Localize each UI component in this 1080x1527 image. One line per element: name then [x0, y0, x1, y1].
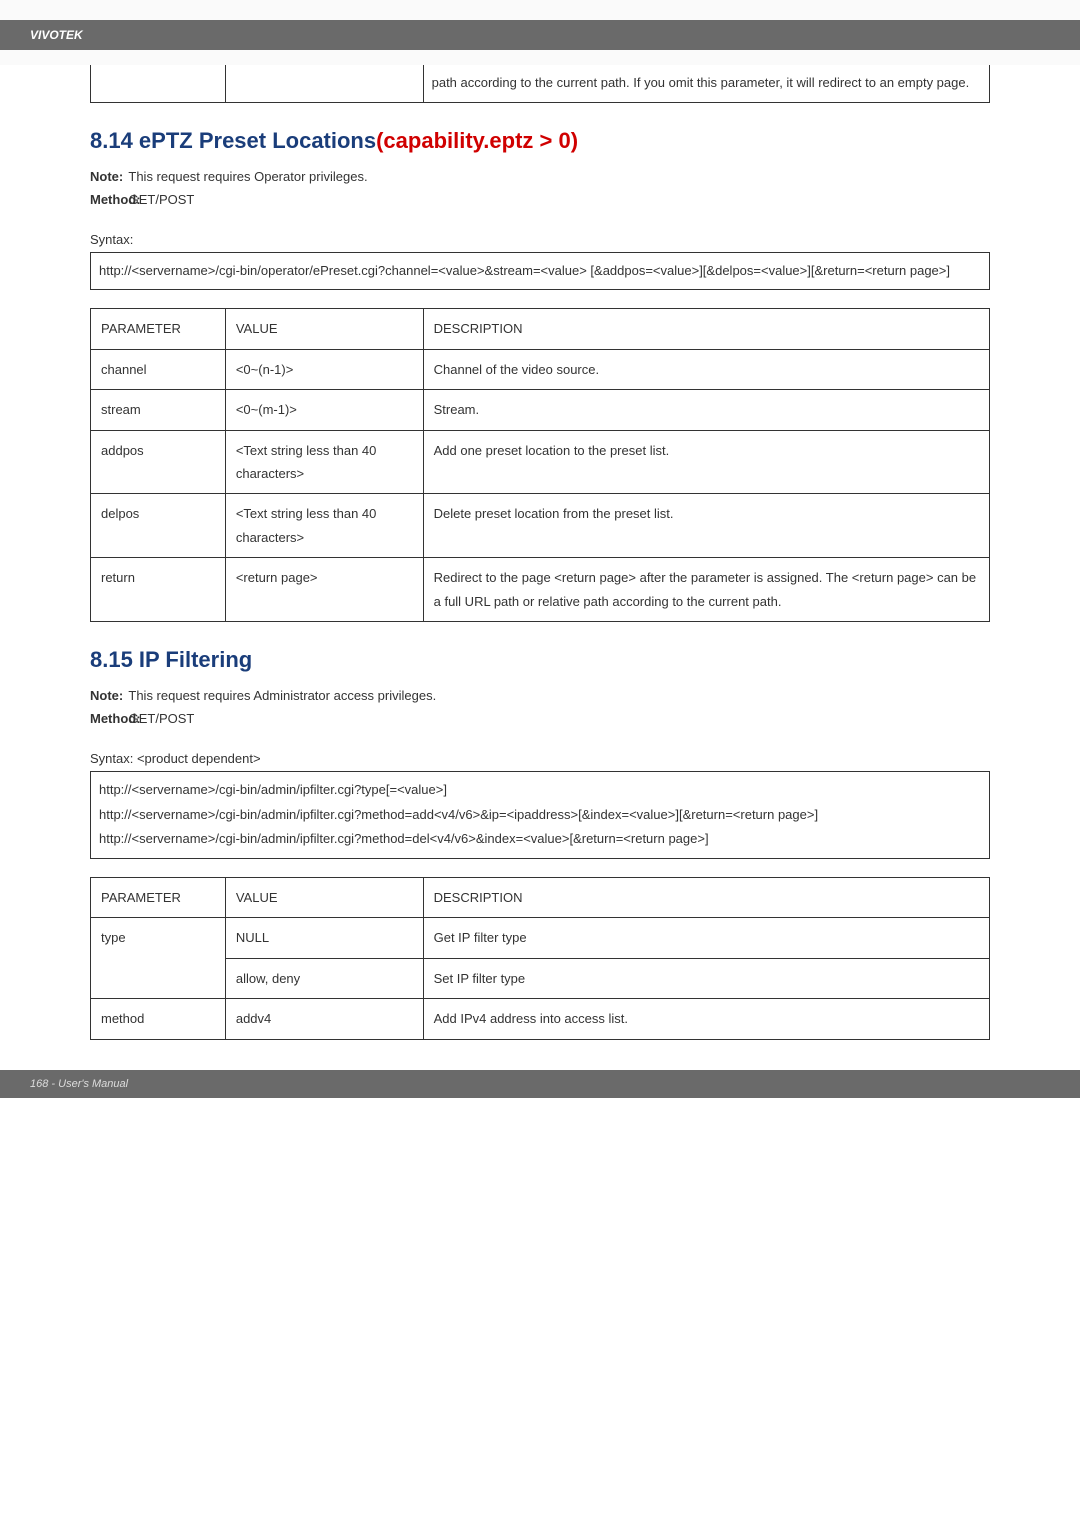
note-text: This request requires Administrator acce… [128, 688, 436, 703]
header-description: DESCRIPTION [423, 877, 989, 917]
syntax-table-815: http://<servername>/cgi-bin/admin/ipfilt… [90, 771, 990, 859]
syntax-label: Syntax: [90, 232, 990, 247]
method-bullet: Method: [90, 711, 125, 726]
cell-param: return [91, 558, 226, 622]
cell-param: channel [91, 349, 226, 389]
cell-param: type [91, 918, 226, 999]
cell-param: delpos [91, 494, 226, 558]
syntax-cell: http://<servername>/cgi-bin/admin/ipfilt… [91, 771, 990, 858]
section-814-title: 8.14 ePTZ Preset Locations(capability.ep… [90, 128, 990, 154]
table-header-row: PARAMETER VALUE DESCRIPTION [91, 309, 990, 349]
cell-desc: Add IPv4 address into access list. [423, 999, 989, 1039]
title-red: (capability.eptz > 0) [376, 128, 578, 153]
content-area: path according to the current path. If y… [0, 65, 1080, 1040]
table-row: channel <0~(n-1)> Channel of the video s… [91, 349, 990, 389]
table-row: type NULL Get IP filter type [91, 918, 990, 958]
title-prefix: 8.14 ePTZ Preset Locations [90, 128, 376, 153]
brand-label: VIVOTEK [30, 28, 83, 42]
table-row: allow, deny Set IP filter type [91, 958, 990, 998]
method-text: GET/POST [129, 192, 195, 207]
table-row: path according to the current path. If y… [91, 65, 990, 102]
method-bullet: Method: [90, 192, 125, 207]
cell-desc: Add one preset location to the preset li… [423, 430, 989, 494]
cell-value: addv4 [225, 999, 423, 1039]
param-table-815: PARAMETER VALUE DESCRIPTION type NULL Ge… [90, 877, 990, 1040]
note-text: This request requires Operator privilege… [128, 169, 367, 184]
method-line: Method: GET/POST [90, 192, 990, 207]
note-line: Note: This request requires Operator pri… [90, 169, 990, 184]
header-value: VALUE [225, 877, 423, 917]
method-line: Method: GET/POST [90, 711, 990, 726]
page-number: 168 - User's Manual [30, 1078, 128, 1090]
syntax-line-3: http://<servername>/cgi-bin/admin/ipfilt… [99, 827, 981, 852]
cell-desc: path according to the current path. If y… [423, 65, 989, 102]
cell-desc: Stream. [423, 390, 989, 430]
note-bullet: Note: [90, 169, 125, 184]
header-parameter: PARAMETER [91, 309, 226, 349]
header-description: DESCRIPTION [423, 309, 989, 349]
table-row: delpos <Text string less than 40 charact… [91, 494, 990, 558]
footer-bar: 168 - User's Manual [0, 1070, 1080, 1098]
table-row: stream <0~(m-1)> Stream. [91, 390, 990, 430]
header-parameter: PARAMETER [91, 877, 226, 917]
partial-continuation-table: path according to the current path. If y… [90, 65, 990, 103]
table-row: http://<servername>/cgi-bin/admin/ipfilt… [91, 771, 990, 858]
table-row: http://<servername>/cgi-bin/operator/ePr… [91, 252, 990, 290]
cell-value: <Text string less than 40 characters> [225, 494, 423, 558]
method-text: GET/POST [129, 711, 195, 726]
cell-desc: Redirect to the page <return page> after… [423, 558, 989, 622]
cell-param: stream [91, 390, 226, 430]
cell-value: <0~(m-1)> [225, 390, 423, 430]
cell-param: addpos [91, 430, 226, 494]
syntax-cell: http://<servername>/cgi-bin/operator/ePr… [91, 252, 990, 290]
cell-empty [225, 65, 423, 102]
cell-value: NULL [225, 918, 423, 958]
cell-empty [91, 65, 226, 102]
cell-param: method [91, 999, 226, 1039]
cell-desc: Set IP filter type [423, 958, 989, 998]
syntax-line-1: http://<servername>/cgi-bin/admin/ipfilt… [99, 778, 981, 803]
section-815-title: 8.15 IP Filtering [90, 647, 990, 673]
cell-desc: Channel of the video source. [423, 349, 989, 389]
table-header-row: PARAMETER VALUE DESCRIPTION [91, 877, 990, 917]
cell-desc: Delete preset location from the preset l… [423, 494, 989, 558]
param-table-814: PARAMETER VALUE DESCRIPTION channel <0~(… [90, 308, 990, 622]
table-row: method addv4 Add IPv4 address into acces… [91, 999, 990, 1039]
table-row: addpos <Text string less than 40 charact… [91, 430, 990, 494]
note-line: Note: This request requires Administrato… [90, 688, 990, 703]
header-value: VALUE [225, 309, 423, 349]
syntax-table-814: http://<servername>/cgi-bin/operator/ePr… [90, 252, 990, 291]
page-container: VIVOTEK path according to the current pa… [0, 0, 1080, 1138]
cell-value: <return page> [225, 558, 423, 622]
cell-value: <Text string less than 40 characters> [225, 430, 423, 494]
syntax-line-2: http://<servername>/cgi-bin/admin/ipfilt… [99, 803, 981, 828]
cell-value: <0~(n-1)> [225, 349, 423, 389]
header-bar: VIVOTEK [0, 0, 1080, 65]
cell-value: allow, deny [225, 958, 423, 998]
note-bullet: Note: [90, 688, 125, 703]
syntax-label: Syntax: <product dependent> [90, 751, 990, 766]
table-row: return <return page> Redirect to the pag… [91, 558, 990, 622]
cell-desc: Get IP filter type [423, 918, 989, 958]
